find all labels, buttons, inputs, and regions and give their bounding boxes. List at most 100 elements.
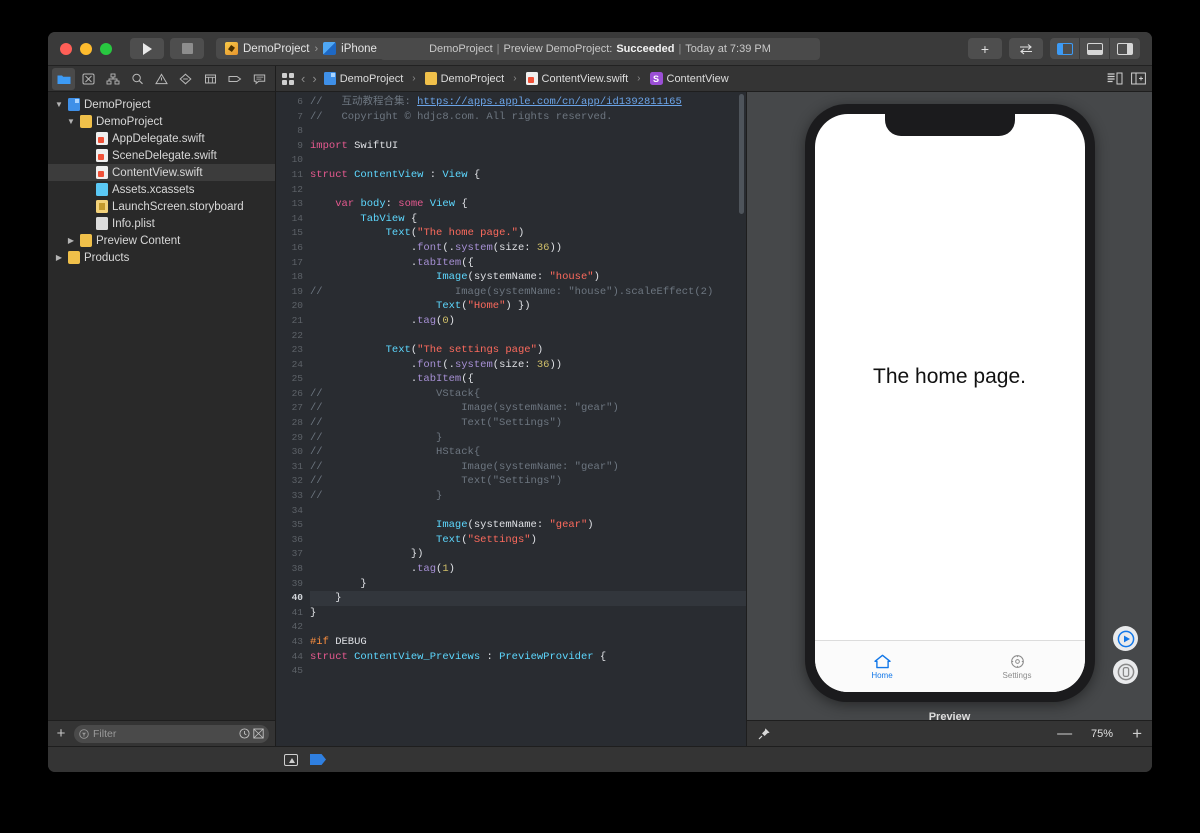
code-line[interactable]: var body: some View { — [310, 197, 746, 212]
code-line[interactable]: .font(.system(size: 36)) — [310, 241, 746, 256]
code-line[interactable]: } — [310, 591, 746, 606]
code-line[interactable]: // } — [310, 489, 746, 504]
code-line[interactable]: // Image(systemName: "house").scaleEffec… — [310, 285, 746, 300]
project-navigator-tab[interactable] — [52, 67, 76, 90]
code-line[interactable] — [310, 153, 746, 168]
debug-navigator-tab[interactable] — [199, 68, 222, 90]
device-screen[interactable]: The home page. Home Settings — [814, 114, 1085, 692]
code-line[interactable]: Text("The home page.") — [310, 226, 746, 241]
tree-item-launchscreen-storyboard[interactable]: LaunchScreen.storyboard — [48, 198, 275, 215]
tree-item-demoproject[interactable]: ▼ DemoProject — [48, 113, 275, 130]
minimize-button[interactable] — [80, 42, 92, 55]
window-controls[interactable] — [56, 42, 112, 55]
disclosure-triangle[interactable]: ▶ — [66, 236, 76, 245]
tree-item-scenedelegate-swift[interactable]: SceneDelegate.swift — [48, 147, 275, 164]
filter-bar-icon[interactable] — [284, 753, 298, 766]
breakpoint-navigator-tab[interactable] — [223, 68, 246, 90]
code-line[interactable]: // Image(systemName: "gear") — [310, 460, 746, 475]
breadcrumb-file[interactable]: ContentView.swift — [525, 72, 628, 85]
issue-navigator-tab[interactable] — [150, 68, 173, 90]
scheme-selector[interactable]: DemoProject › iPhone Xʀ — [216, 38, 404, 59]
code-line[interactable]: // Text("Settings") — [310, 416, 746, 431]
code-line[interactable]: .tabItem({ — [310, 256, 746, 271]
zoom-button[interactable] — [100, 42, 112, 55]
related-items-icon[interactable] — [282, 72, 294, 85]
tab-bar: Home Settings — [814, 640, 1085, 692]
code-line[interactable] — [310, 664, 746, 679]
tree-item-assets-xcassets[interactable]: Assets.xcassets — [48, 181, 275, 198]
code-line[interactable] — [310, 124, 746, 139]
code-line[interactable] — [310, 620, 746, 635]
code-line[interactable]: } — [310, 606, 746, 621]
editor-options-button[interactable] — [1009, 38, 1043, 59]
tree-item-contentview-swift[interactable]: ContentView.swift — [48, 164, 275, 181]
test-navigator-tab[interactable] — [174, 68, 197, 90]
code-line[interactable]: struct ContentView : View { — [310, 168, 746, 183]
code-line[interactable]: TabView { — [310, 212, 746, 227]
breadcrumb-symbol[interactable]: S ContentView — [649, 72, 729, 85]
device-preview-button[interactable] — [1113, 659, 1138, 684]
code-line[interactable]: #if DEBUG — [310, 635, 746, 650]
navigator-toggle[interactable] — [1050, 38, 1080, 59]
code-line[interactable]: .tag(0) — [310, 314, 746, 329]
filter-input[interactable]: Filter — [74, 724, 269, 743]
tree-item-preview-content[interactable]: ▶ Preview Content — [48, 232, 275, 249]
code-content[interactable]: // 互动教程合集: https://apps.apple.com/cn/app… — [310, 92, 746, 746]
code-line[interactable]: Text("Home") }) — [310, 299, 746, 314]
code-line[interactable]: struct ContentView_Previews : PreviewPro… — [310, 650, 746, 665]
debug-toggle[interactable] — [1080, 38, 1110, 59]
code-line[interactable] — [310, 329, 746, 344]
code-line[interactable]: // VStack{ — [310, 387, 746, 402]
source-control-navigator-tab[interactable] — [76, 68, 99, 90]
disclosure-triangle[interactable]: ▼ — [66, 117, 76, 126]
breadcrumb-project[interactable]: DemoProject — [323, 72, 403, 85]
disclosure-triangle[interactable]: ▶ — [54, 253, 64, 262]
run-button[interactable] — [130, 38, 164, 59]
forward-button[interactable]: › — [312, 71, 316, 86]
code-line[interactable] — [310, 504, 746, 519]
code-line[interactable]: // HStack{ — [310, 445, 746, 460]
code-line[interactable]: // Image(systemName: "gear") — [310, 401, 746, 416]
source-editor[interactable]: 6 7 8 9 10 11 12 13 14 15 16 17 18 19 20 21 22 23 24 25 26 27… — [276, 92, 746, 746]
project-tree[interactable]: ▼ DemoProject ▼ DemoProject AppDelegate.swif… — [48, 92, 275, 720]
tree-item-demoproject[interactable]: ▼ DemoProject — [48, 96, 275, 113]
code-line[interactable]: // Text("Settings") — [310, 474, 746, 489]
tab-settings[interactable]: Settings — [950, 641, 1085, 692]
code-line[interactable]: // Copyright © hdjc8.com. All rights res… — [310, 110, 746, 125]
editor-scrollbar[interactable] — [739, 94, 744, 214]
code-line[interactable]: import SwiftUI — [310, 139, 746, 154]
code-line[interactable]: .tabItem({ — [310, 372, 746, 387]
code-line[interactable]: } — [310, 577, 746, 592]
code-line[interactable]: }) — [310, 547, 746, 562]
close-button[interactable] — [60, 42, 72, 55]
code-line[interactable]: Image(systemName: "house") — [310, 270, 746, 285]
line-number: 45 — [291, 665, 303, 677]
code-line[interactable]: .font(.system(size: 36)) — [310, 358, 746, 373]
zoom-in-button[interactable]: + — [1132, 725, 1142, 742]
code-line[interactable]: .tag(1) — [310, 562, 746, 577]
code-line[interactable] — [310, 183, 746, 198]
tree-item-products[interactable]: ▶ Products — [48, 249, 275, 266]
disclosure-triangle[interactable]: ▼ — [54, 100, 64, 109]
blue-tag-icon[interactable] — [310, 754, 326, 765]
tab-home[interactable]: Home — [815, 641, 950, 692]
code-line[interactable]: // } — [310, 431, 746, 446]
report-navigator-tab[interactable] — [248, 68, 271, 90]
live-preview-button[interactable] — [1113, 626, 1138, 651]
code-line[interactable]: // 互动教程合集: https://apps.apple.com/cn/app… — [310, 95, 746, 110]
find-navigator-tab[interactable] — [125, 68, 148, 90]
inspector-toggle[interactable] — [1110, 38, 1140, 59]
add-file-button[interactable]: + — [54, 726, 68, 741]
code-line[interactable]: Text("The settings page") — [310, 343, 746, 358]
pin-icon[interactable] — [757, 727, 771, 741]
zoom-out-button[interactable]: — — [1057, 726, 1072, 741]
tree-item-appdelegate-swift[interactable]: AppDelegate.swift — [48, 130, 275, 147]
breadcrumb-group[interactable]: DemoProject — [424, 72, 504, 85]
symbol-navigator-tab[interactable] — [101, 68, 124, 90]
back-button[interactable]: ‹ — [301, 71, 305, 86]
add-editor-button[interactable]: + — [968, 38, 1002, 59]
code-line[interactable]: Text("Settings") — [310, 533, 746, 548]
code-line[interactable]: Image(systemName: "gear") — [310, 518, 746, 533]
tree-item-info-plist[interactable]: Info.plist — [48, 215, 275, 232]
stop-button[interactable] — [170, 38, 204, 59]
